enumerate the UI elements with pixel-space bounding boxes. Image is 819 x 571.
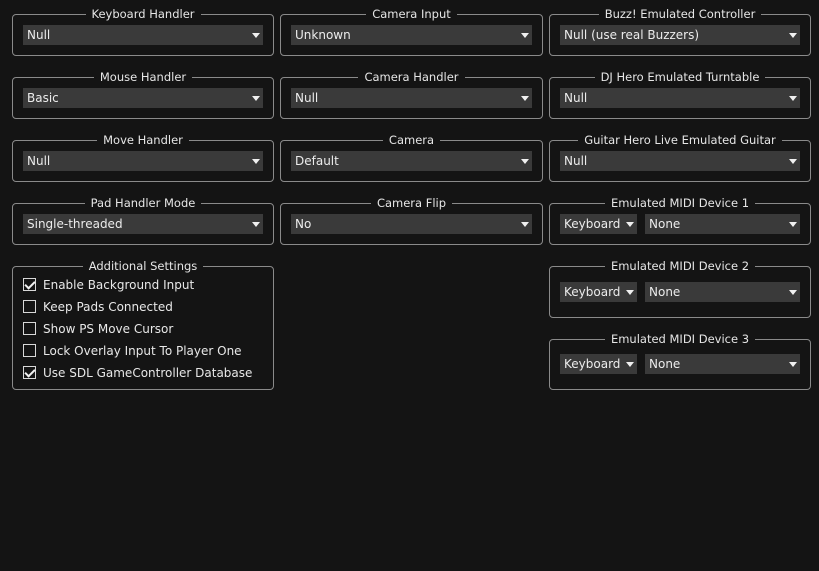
midi-device-3-type-value: Keyboard xyxy=(564,357,621,371)
move-handler-select[interactable]: Null xyxy=(23,151,263,171)
midi-device-3-device-select[interactable]: None xyxy=(645,354,800,374)
midi-device-2-type-select[interactable]: Keyboard xyxy=(560,282,637,302)
pad-handler-mode-title: Pad Handler Mode xyxy=(84,196,202,210)
midi-device-3-group: Emulated MIDI Device 3 Keyboard None xyxy=(549,332,811,390)
buzz-controller-title: Buzz! Emulated Controller xyxy=(598,7,762,21)
camera-handler-select[interactable]: Null xyxy=(291,88,532,108)
dj-hero-select[interactable]: Null xyxy=(560,88,800,108)
buzz-controller-group: Buzz! Emulated Controller Null (use real… xyxy=(549,7,811,56)
checkbox-box[interactable] xyxy=(23,278,36,291)
pad-handler-mode-group: Pad Handler Mode Single-threaded xyxy=(12,196,274,245)
chevron-down-icon xyxy=(518,88,532,108)
keyboard-handler-value: Null xyxy=(27,28,51,42)
keyboard-handler-title: Keyboard Handler xyxy=(85,7,201,21)
midi-device-2-group: Emulated MIDI Device 2 Keyboard None xyxy=(549,259,811,318)
midi-device-3-title: Emulated MIDI Device 3 xyxy=(604,332,756,346)
guitar-hero-value: Null xyxy=(564,154,588,168)
move-handler-value: Null xyxy=(27,154,51,168)
chevron-down-icon xyxy=(786,354,800,374)
keyboard-handler-group: Keyboard Handler Null xyxy=(12,7,274,56)
camera-group: Camera Default xyxy=(280,133,543,182)
checkbox-use-sdl-gamecontroller-db[interactable]: Use SDL GameController Database xyxy=(23,365,252,381)
additional-settings-group: Additional Settings Enable Background In… xyxy=(12,259,274,390)
camera-flip-select[interactable]: No xyxy=(291,214,532,234)
camera-flip-group: Camera Flip No xyxy=(280,196,543,245)
checkbox-box[interactable] xyxy=(23,300,36,313)
chevron-down-icon xyxy=(786,88,800,108)
midi-device-1-type-select[interactable]: Keyboard xyxy=(560,214,637,234)
checkbox-label: Enable Background Input xyxy=(43,278,195,292)
chevron-down-icon xyxy=(518,25,532,45)
mouse-handler-value: Basic xyxy=(27,91,59,105)
camera-handler-group: Camera Handler Null xyxy=(280,70,543,119)
keyboard-handler-select[interactable]: Null xyxy=(23,25,263,45)
additional-settings-title: Additional Settings xyxy=(82,259,204,273)
camera-title: Camera xyxy=(382,133,441,147)
midi-device-3-device-value: None xyxy=(649,357,681,371)
checkbox-box[interactable] xyxy=(23,366,36,379)
camera-value: Default xyxy=(295,154,339,168)
chevron-down-icon xyxy=(786,214,800,234)
midi-device-1-device-value: None xyxy=(649,217,681,231)
midi-device-1-device-select[interactable]: None xyxy=(645,214,800,234)
midi-device-3-type-select[interactable]: Keyboard xyxy=(560,354,637,374)
move-handler-title: Move Handler xyxy=(97,133,189,147)
move-handler-group: Move Handler Null xyxy=(12,133,274,182)
midi-device-2-device-select[interactable]: None xyxy=(645,282,800,302)
checkbox-show-ps-move-cursor[interactable]: Show PS Move Cursor xyxy=(23,321,173,337)
chevron-down-icon xyxy=(786,282,800,302)
camera-flip-title: Camera Flip xyxy=(370,196,453,210)
chevron-down-icon xyxy=(623,214,637,234)
camera-input-select[interactable]: Unknown xyxy=(291,25,532,45)
midi-device-2-title: Emulated MIDI Device 2 xyxy=(604,259,756,273)
chevron-down-icon xyxy=(249,88,263,108)
camera-select[interactable]: Default xyxy=(291,151,532,171)
chevron-down-icon xyxy=(786,151,800,171)
camera-flip-value: No xyxy=(295,217,312,231)
midi-device-1-type-value: Keyboard xyxy=(564,217,621,231)
checkbox-enable-background-input[interactable]: Enable Background Input xyxy=(23,277,194,293)
buzz-controller-select[interactable]: Null (use real Buzzers) xyxy=(560,25,800,45)
dj-hero-value: Null xyxy=(564,91,588,105)
checkbox-keep-pads-connected[interactable]: Keep Pads Connected xyxy=(23,299,173,315)
dj-hero-title: DJ Hero Emulated Turntable xyxy=(594,70,766,84)
midi-device-1-group: Emulated MIDI Device 1 Keyboard None xyxy=(549,196,811,245)
midi-device-2-device-value: None xyxy=(649,285,681,299)
camera-input-group: Camera Input Unknown xyxy=(280,7,543,56)
chevron-down-icon xyxy=(623,354,637,374)
mouse-handler-title: Mouse Handler xyxy=(93,70,193,84)
checkbox-label: Show PS Move Cursor xyxy=(43,322,174,336)
chevron-down-icon xyxy=(623,282,637,302)
dj-hero-group: DJ Hero Emulated Turntable Null xyxy=(549,70,811,119)
guitar-hero-title: Guitar Hero Live Emulated Guitar xyxy=(578,133,782,147)
camera-input-title: Camera Input xyxy=(366,7,457,21)
guitar-hero-select[interactable]: Null xyxy=(560,151,800,171)
camera-handler-title: Camera Handler xyxy=(358,70,465,84)
pad-handler-mode-select[interactable]: Single-threaded xyxy=(23,214,263,234)
mouse-handler-select[interactable]: Basic xyxy=(23,88,263,108)
checkbox-box[interactable] xyxy=(23,322,36,335)
midi-device-1-title: Emulated MIDI Device 1 xyxy=(604,196,756,210)
midi-device-2-type-value: Keyboard xyxy=(564,285,621,299)
chevron-down-icon xyxy=(249,25,263,45)
camera-handler-value: Null xyxy=(295,91,319,105)
checkbox-label: Lock Overlay Input To Player One xyxy=(43,344,242,358)
camera-input-value: Unknown xyxy=(295,28,351,42)
chevron-down-icon xyxy=(249,214,263,234)
checkbox-label: Use SDL GameController Database xyxy=(43,366,253,380)
checkbox-box[interactable] xyxy=(23,344,36,357)
chevron-down-icon xyxy=(518,214,532,234)
buzz-controller-value: Null (use real Buzzers) xyxy=(564,28,700,42)
guitar-hero-group: Guitar Hero Live Emulated Guitar Null xyxy=(549,133,811,182)
chevron-down-icon xyxy=(518,151,532,171)
pad-handler-mode-value: Single-threaded xyxy=(27,217,123,231)
mouse-handler-group: Mouse Handler Basic xyxy=(12,70,274,119)
chevron-down-icon xyxy=(786,25,800,45)
checkbox-lock-overlay-input[interactable]: Lock Overlay Input To Player One xyxy=(23,343,242,359)
chevron-down-icon xyxy=(249,151,263,171)
checkbox-label: Keep Pads Connected xyxy=(43,300,173,314)
